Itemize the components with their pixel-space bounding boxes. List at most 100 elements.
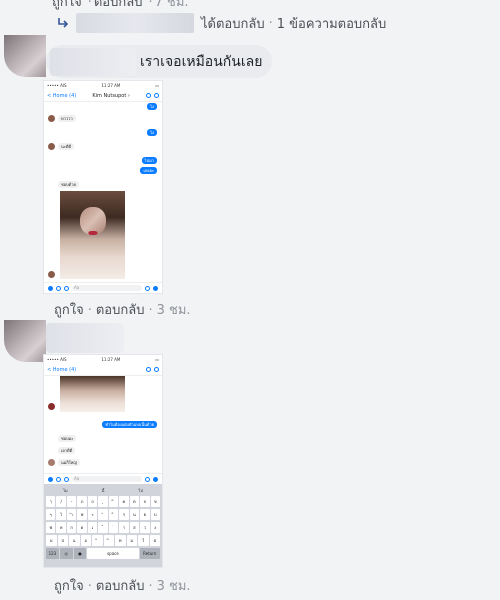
suggestion: ไป: [138, 487, 143, 493]
blurred-commenter-name[interactable]: [50, 47, 136, 76]
message-out: เหงอะ: [140, 167, 157, 174]
keyboard-key: อ: [80, 535, 91, 546]
battery-icon: ▭: [155, 83, 159, 88]
keyboard-key: ๅ: [46, 496, 56, 507]
nav-title: Kim Nutsupot ›: [92, 92, 130, 99]
camera-icon: [56, 285, 61, 291]
keyboard-key: ย: [140, 509, 150, 520]
keyboard-key: ฝ: [149, 535, 160, 546]
suggestion: นี้: [101, 487, 105, 493]
keyboard-key: ้: [98, 522, 108, 533]
message-out: ไง: [147, 129, 157, 136]
like-link[interactable]: ถูกใจ: [52, 0, 82, 10]
keyboard-key: ไ: [56, 509, 66, 520]
keyboard-key: ภ: [77, 496, 87, 507]
keyboard-row: ฟหกดเ้่าสวง: [46, 522, 160, 533]
contact-avatar: [48, 459, 55, 466]
keyboard-key: ะ: [87, 509, 98, 520]
keyboard-key: ั: [98, 509, 108, 520]
keyboard-key: ุ: [98, 496, 108, 507]
plus-icon: [48, 476, 53, 482]
replies-summary[interactable]: ได้ตอบกลับ · 1 ข้อความตอบกลับ: [56, 12, 386, 34]
status-time: 11:27 AM: [101, 357, 121, 362]
messenger-nav-bar: < Home (4) Kim Nutsupot ›: [44, 90, 162, 102]
reply-link[interactable]: ตอบกลับ: [96, 579, 145, 594]
return-key: Return: [139, 548, 161, 559]
keyboard-key: แ: [69, 535, 80, 546]
keyboard-key: ฟ: [46, 522, 56, 533]
keyboard-key: เ: [87, 522, 98, 533]
reply-link[interactable]: ตอบกลับ: [96, 303, 145, 318]
avatar[interactable]: [4, 35, 46, 77]
message-out: ทำไมต้องแต่งตัวแบบนั้นด้วย: [102, 421, 157, 428]
keyboard-key: ง: [150, 522, 160, 533]
keyboard-key: ึ: [108, 496, 119, 507]
attached-screenshot[interactable]: ••••• AIS 11:27 AM ▭ < Home (4) Kim Nuts…: [43, 80, 163, 294]
nav-back: < Home (4): [47, 92, 77, 99]
composer-field: Aa: [72, 285, 142, 291]
composer-field: Aa: [72, 476, 142, 482]
reply-link[interactable]: ตอบกลับ: [94, 0, 143, 10]
lips: [87, 231, 98, 235]
like-icon: [153, 476, 158, 482]
keyboard-key: น: [129, 509, 140, 520]
keyboard-key: ่: [108, 522, 119, 533]
keyboard-key: ว: [140, 522, 150, 533]
keyboard-key: ท: [115, 535, 126, 546]
space-key: space: [87, 548, 139, 559]
keyboard-key: บ: [150, 509, 160, 520]
comment-text: เราเจอเหมือนกันเลย: [140, 53, 263, 70]
like-link[interactable]: ถูกใจ: [54, 303, 84, 318]
keyboard-key: ต: [129, 496, 140, 507]
keyboard-key: -: [66, 496, 77, 507]
keyboard-key: ื: [103, 535, 114, 546]
timestamp: 3 ชม.: [156, 303, 191, 318]
contact-avatar: [48, 271, 55, 278]
replied-text: ได้ตอบกลับ: [201, 16, 265, 32]
status-carrier: ••••• AIS: [47, 83, 67, 88]
separator: ·: [87, 303, 92, 318]
keyboard-key: ี: [108, 509, 119, 520]
blurred-commenter-name[interactable]: [46, 323, 124, 353]
avatar[interactable]: [4, 320, 46, 362]
suggestion: ไม: [63, 487, 68, 493]
nav-back: < Home (4): [47, 366, 77, 373]
reply-count: 1 ข้อความตอบกลับ: [276, 16, 387, 32]
status-time: 11:27 AM: [101, 83, 121, 88]
thai-keyboard: ไม นี้ ไป ๅ/-ภถุึคตจข ๆไำพะัีรนยบ ฟหกดเ้…: [44, 484, 162, 567]
keyboard-key: พ: [77, 509, 87, 520]
timestamp: 7 ชม.: [154, 0, 189, 10]
like-link[interactable]: ถูกใจ: [54, 579, 84, 594]
separator: ·: [148, 303, 153, 318]
image-icon: [64, 476, 69, 482]
previous-comment-actions: ถูกใจ · ตอบกลับ · 7 ชม.: [52, 0, 191, 12]
comment-thread: ถูกใจ · ตอบกลับ · 7 ชม. ได้ตอบกลับ · 1 ข้อความ…: [0, 0, 500, 600]
keyboard-key: ๆ: [46, 509, 56, 520]
separator: ·: [87, 579, 92, 594]
attached-screenshot[interactable]: ••••• AIS 11:27 AM ▭ < Home (4) ทำไมต้อง…: [43, 354, 163, 568]
reply-arrow-icon: [58, 18, 69, 28]
comment-bubble: เราเจอเหมือนกันเลย: [46, 45, 273, 78]
numbers-key: 123: [46, 548, 59, 559]
keyboard-key: า: [119, 522, 129, 533]
comment-actions: ถูกใจ · ตอบกลับ · 3 ชม.: [54, 575, 191, 596]
phone-icon: [146, 93, 151, 98]
keyboard-key: ถ: [87, 496, 98, 507]
like-icon: [153, 285, 158, 291]
keyboard-row: ผปแอิืทมใฝ: [46, 535, 160, 546]
keyboard-key: ม: [126, 535, 137, 546]
message-in: ชอบด้วย: [58, 181, 79, 188]
plus-icon: [48, 285, 53, 291]
keyboard-key: ร: [119, 509, 129, 520]
comment-actions: ถูกใจ · ตอบกลับ · 3 ชม.: [54, 299, 191, 320]
message-in: หวววว: [58, 115, 76, 122]
keyboard-key: ส: [129, 522, 140, 533]
globe-icon: ◎: [59, 548, 73, 559]
keyboard-bottom-row: 123 ◎ ● space Return: [46, 548, 161, 559]
message-in: เอาดีดี: [58, 447, 76, 454]
message-in: นมก็ใหญ่: [58, 459, 80, 466]
messenger-nav-bar: < Home (4): [44, 364, 162, 376]
keyboard-key: ใ: [138, 535, 149, 546]
keyboard-key: ิ: [92, 535, 103, 546]
mic-icon: ●: [73, 548, 87, 559]
